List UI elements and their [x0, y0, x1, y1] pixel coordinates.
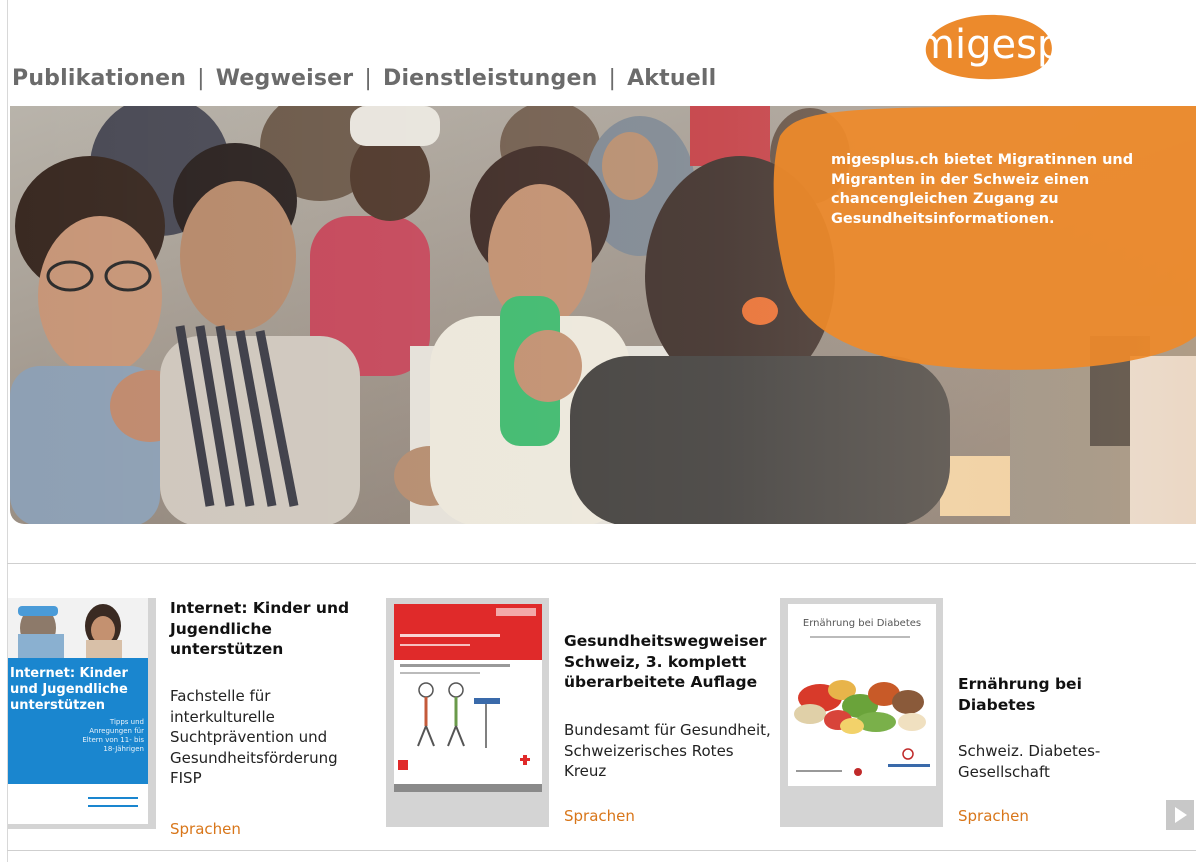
publication-languages-link-2[interactable]: Sprachen	[564, 807, 635, 825]
publication-languages-link-3[interactable]: Sprachen	[958, 807, 1029, 825]
nav-separator: |	[197, 66, 205, 91]
cover-subtitle-1: Tipps und Anregungen für Eltern von 11- …	[82, 718, 144, 753]
publication-publisher-3: Schweiz. Diabetes-Gesellschaft	[958, 742, 1101, 781]
next-arrow-icon[interactable]	[1166, 800, 1194, 830]
nav-item-dienstleistungen[interactable]: Dienstleistungen	[383, 66, 597, 91]
nav-separator: |	[364, 66, 372, 91]
main-nav: Publikationen | Wegweiser | Dienstleistu…	[12, 66, 716, 91]
logo-text: migesplus	[916, 22, 1120, 68]
nav-item-aktuell[interactable]: Aktuell	[627, 66, 716, 91]
publication-cover-1[interactable]: Internet: Kinder und Jugendliche unterst…	[8, 598, 156, 829]
publication-publisher-1: Fachstelle für interkulturelle Suchtpräv…	[170, 687, 338, 787]
nav-separator: |	[608, 66, 617, 91]
nav-item-wegweiser[interactable]: Wegweiser	[216, 66, 354, 91]
publication-title-1[interactable]: Internet: Kinder und Jugendliche unterst…	[170, 598, 360, 660]
divider-bottom	[7, 850, 1196, 851]
cover-title-3: Ernährung bei Diabetes	[802, 618, 922, 629]
hero-banner: migesplus.ch bietet Migratinnen und Migr…	[10, 106, 1196, 524]
publication-title-3[interactable]: Ernährung bei Diabetes	[958, 674, 1158, 715]
cover-title-1: Internet: Kinder und Jugendliche unterst…	[10, 666, 128, 713]
divider-top	[7, 563, 1196, 564]
publication-title-2[interactable]: Gesundheitswegweiser Schweiz, 3. komplet…	[564, 631, 779, 693]
hero-tagline: migesplus.ch bietet Migratinnen und Migr…	[831, 152, 1134, 227]
publication-languages-link-1[interactable]: Sprachen	[170, 820, 241, 838]
nav-item-publikationen[interactable]: Publikationen	[12, 66, 186, 91]
publication-cover-3[interactable]: Ernährung bei Diabetes	[780, 598, 943, 827]
publication-publisher-2: Bundesamt für Gesundheit, Schweizerische…	[564, 721, 771, 780]
migesplus-logo[interactable]: migesplus	[912, 14, 1192, 84]
publication-cover-2[interactable]	[386, 598, 549, 827]
info-bubble	[773, 106, 1196, 370]
